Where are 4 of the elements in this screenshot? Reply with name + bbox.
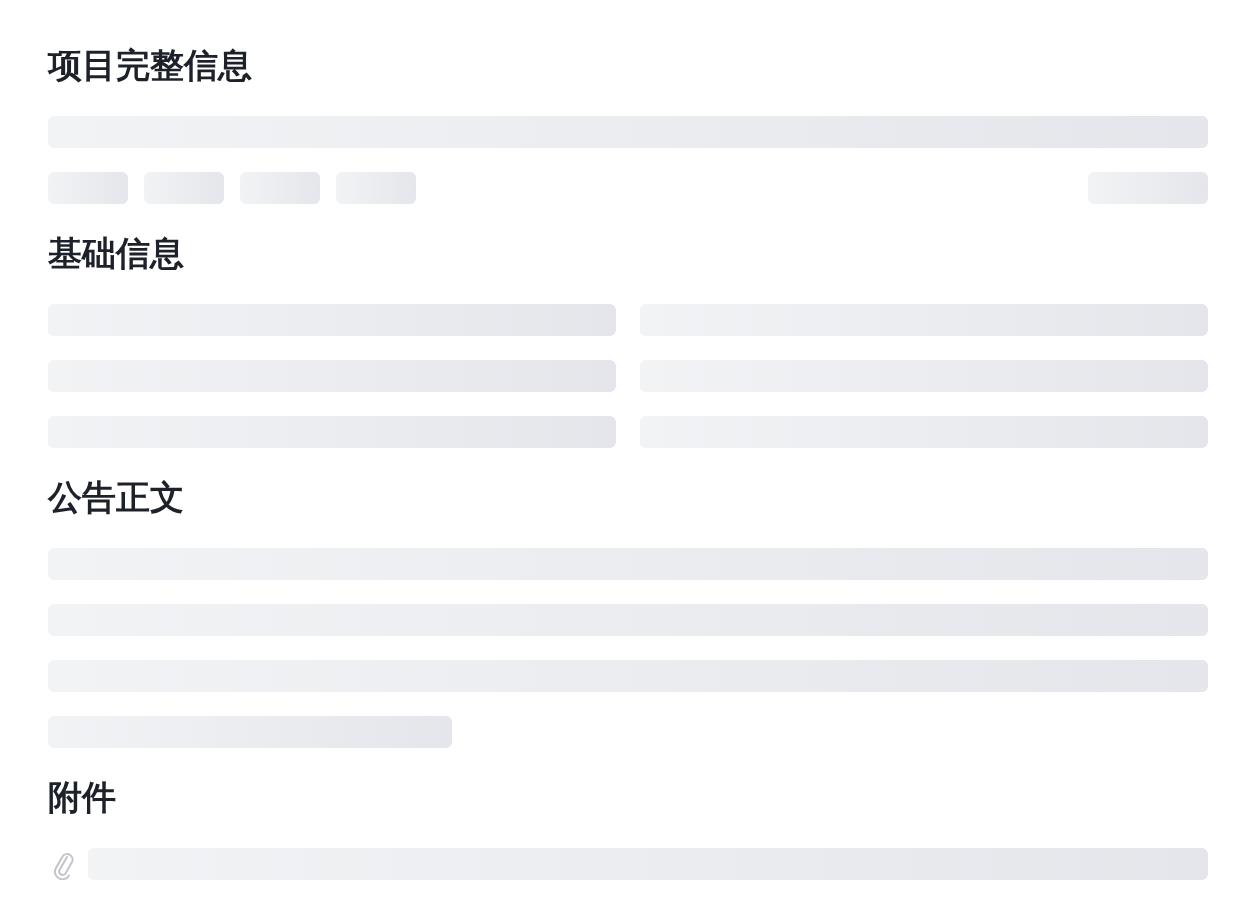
section-heading: 基础信息	[48, 232, 184, 275]
section-heading: 项目完整信息	[48, 44, 252, 87]
section-heading: 公告正文	[48, 476, 184, 519]
section-heading: 附件	[48, 776, 116, 819]
